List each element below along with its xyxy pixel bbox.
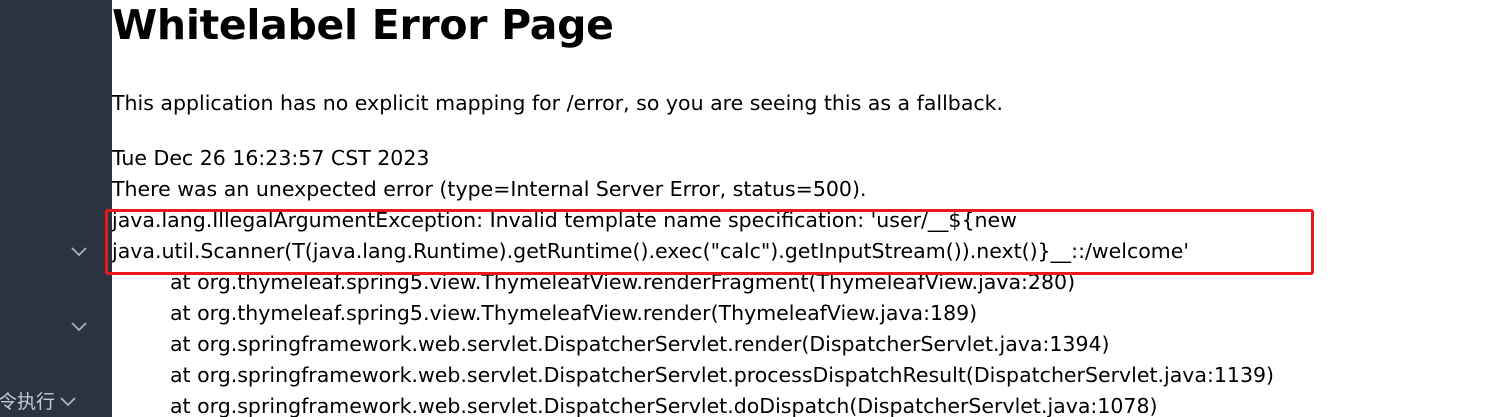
stack-trace-line: at org.springframework.web.servlet.Dispa… (170, 332, 1110, 356)
stack-trace-line: at org.thymeleaf.spring5.view.ThymeleafV… (170, 270, 1076, 294)
exception-message-line: java.util.Scanner(T(java.lang.Runtime).g… (112, 239, 1189, 263)
sidebar-item-execute[interactable]: 令执行 (0, 388, 77, 413)
error-timestamp: Tue Dec 26 16:23:57 CST 2023 (112, 146, 430, 170)
error-page: Whitelabel Error Page This application h… (112, 0, 1489, 417)
stack-trace-line: at org.springframework.web.servlet.Dispa… (170, 394, 1158, 417)
stack-trace-line: at org.springframework.web.servlet.Dispa… (170, 363, 1275, 387)
sidebar: 令执行 (0, 0, 112, 417)
chevron-down-icon (59, 393, 77, 407)
sidebar-item-label: 令执行 (0, 390, 56, 413)
chevron-down-icon[interactable] (70, 244, 88, 258)
exception-message-line: java.lang.IllegalArgumentException: Inva… (112, 208, 1017, 232)
error-summary: There was an unexpected error (type=Inte… (112, 177, 867, 201)
chevron-down-icon[interactable] (70, 319, 88, 333)
page-title: Whitelabel Error Page (112, 1, 614, 49)
stack-trace-line: at org.thymeleaf.spring5.view.ThymeleafV… (170, 301, 978, 325)
fallback-message: This application has no explicit mapping… (112, 91, 1004, 115)
